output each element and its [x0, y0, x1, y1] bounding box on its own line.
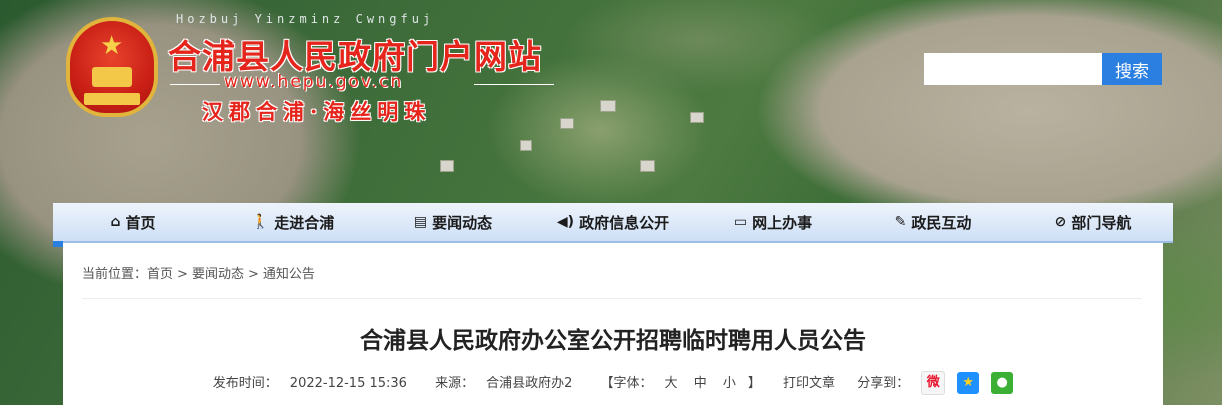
wechat-share-icon[interactable]: ● [991, 372, 1014, 394]
site-pinyin: Hozbuj Yinzminz Cwngfuj [176, 12, 435, 26]
font-close: 】 [747, 375, 761, 391]
nav-item-online-services[interactable]: ▭ 网上办事 [693, 203, 853, 241]
village-building [560, 118, 574, 129]
site-slogan: 汉郡合浦·海丝明珠 [202, 99, 432, 124]
source-info: 来源： 合浦县政府办2 [429, 376, 578, 391]
star-icon: ★ [100, 31, 124, 61]
village-building [600, 100, 616, 112]
breadcrumb-link-home[interactable]: 首页 [147, 267, 173, 282]
site-url: www.hepu.gov.cn [224, 72, 404, 92]
nav-item-label: 首页 [125, 213, 156, 232]
nav-item-label: 政民互动 [911, 213, 972, 232]
font-large-link[interactable]: 大 [665, 376, 678, 391]
nav-item-label: 政府信息公开 [579, 213, 670, 232]
nav-item-news[interactable]: ▤ 要闻动态 [373, 203, 533, 241]
publish-info: 发布时间： 2022-12-15 15:36 [207, 376, 413, 391]
nav-item-interaction[interactable]: ✎ 政民互动 [853, 203, 1013, 241]
nav-item-label: 网上办事 [752, 213, 813, 232]
main-navigation: ⌂ 首页 🚶 走进合浦 ▤ 要闻动态 ◀) 政府信息公开 ▭ 网上办事 ✎ 政民… [53, 203, 1173, 243]
search-input[interactable] [924, 53, 1102, 85]
breadcrumb-divider [82, 298, 1142, 299]
nav-item-home[interactable]: ⌂ 首页 [53, 203, 213, 241]
breadcrumb-link-news[interactable]: 要闻动态 [192, 267, 244, 282]
source-label: 来源： [435, 375, 475, 391]
share-group: 分享到： 微 ★ ● [851, 371, 1019, 395]
breadcrumb: 当前位置：首页 > 要闻动态 > 通知公告 [82, 263, 315, 282]
breadcrumb-link-notices[interactable]: 通知公告 [263, 267, 315, 282]
url-rule-right [474, 84, 554, 85]
tiananmen-gate [92, 67, 132, 87]
news-icon: ▤ [413, 214, 428, 230]
qzone-share-icon[interactable]: ★ [957, 372, 980, 394]
search-button[interactable]: 搜索 [1102, 53, 1162, 85]
breadcrumb-separator: > [247, 267, 259, 282]
font-label: 【字体： [600, 375, 653, 391]
publish-label: 发布时间： [212, 375, 278, 391]
handshake-icon: ✎ [894, 214, 907, 230]
national-emblem-logo: ★ [66, 17, 158, 117]
compass-icon: ⊘ [1054, 214, 1067, 230]
source-value: 合浦县政府办2 [486, 375, 573, 391]
nav-item-departments[interactable]: ⊘ 部门导航 [1013, 203, 1173, 241]
walk-icon: 🚶 [251, 214, 270, 230]
village-building [690, 112, 704, 123]
article-meta: 发布时间： 2022-12-15 15:36 来源： 合浦县政府办2 【字体： 大 中… [63, 371, 1163, 395]
nav-accent [53, 241, 63, 247]
font-size-control: 【字体： 大 中 小】 [595, 376, 767, 391]
font-small-link[interactable]: 小 [723, 376, 736, 391]
nav-item-info-disclosure[interactable]: ◀) 政府信息公开 [533, 203, 693, 241]
article-title: 合浦县人民政府办公室公开招聘临时聘用人员公告 [360, 328, 866, 354]
publish-time: 2022-12-15 15:36 [289, 375, 407, 391]
nav-item-label: 部门导航 [1071, 213, 1132, 232]
share-label: 分享到： [857, 375, 910, 391]
village-building [520, 140, 532, 151]
home-icon: ⌂ [110, 214, 121, 230]
emblem-base [84, 93, 140, 105]
font-medium-link[interactable]: 中 [694, 376, 707, 391]
nav-item-label: 走进合浦 [274, 213, 335, 232]
weibo-share-icon[interactable]: 微 [921, 371, 946, 395]
breadcrumb-separator: > [177, 267, 188, 282]
site-title[interactable]: 合浦县人民政府门户网站 [168, 30, 542, 78]
monitor-icon: ▭ [733, 214, 748, 230]
nav-item-about[interactable]: 🚶 走进合浦 [213, 203, 373, 241]
content-panel: 当前位置：首页 > 要闻动态 > 通知公告 合浦县人民政府办公室公开招聘临时聘用人员公告… [63, 243, 1163, 405]
village-building [440, 160, 454, 172]
url-rule-left [170, 84, 220, 85]
speaker-icon: ◀) [556, 214, 575, 230]
breadcrumb-prefix: 当前位置： [82, 267, 148, 282]
village-building [640, 160, 655, 172]
nav-item-label: 要闻动态 [432, 213, 493, 232]
print-article-link[interactable]: 打印文章 [783, 376, 835, 391]
